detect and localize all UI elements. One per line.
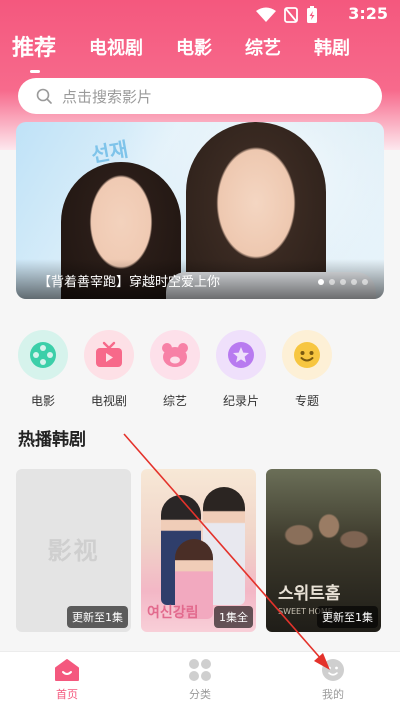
poster-art-text: 스위트홈 (278, 584, 341, 604)
category-tv-series[interactable]: 电视剧 (76, 330, 142, 409)
star-icon (228, 342, 254, 368)
no-signal-icon (284, 7, 298, 23)
category-icon-bg (84, 330, 134, 380)
poster-title[interactable] (266, 636, 381, 648)
section-title: 热播韩剧 (18, 430, 86, 450)
battery-charging-icon (307, 6, 317, 23)
search-icon (36, 88, 52, 104)
episode-badge: 更新至1集 (67, 606, 128, 628)
tv-icon (96, 341, 122, 367)
banner-dot[interactable] (340, 279, 346, 285)
category-variety[interactable]: 综艺 (142, 330, 208, 409)
poster-titles (16, 636, 381, 648)
active-tab-indicator (30, 70, 40, 73)
category-row: 电影 电视剧 综艺 纪录片 专题 (10, 330, 340, 409)
poster-placeholder-text: 影视 (47, 537, 100, 565)
episode-badge: 更新至1集 (317, 606, 378, 628)
banner-dot[interactable] (362, 279, 368, 285)
category-label: 电视剧 (90, 394, 127, 408)
nav-label: 我的 (322, 688, 344, 701)
home-icon (55, 659, 79, 681)
bottom-navbar: 首页 分类 我的 (0, 651, 400, 711)
category-icon-bg (18, 330, 68, 380)
tab-korean-drama[interactable]: 韩剧 (314, 34, 350, 64)
profile-icon (322, 659, 344, 681)
bear-icon (162, 343, 188, 367)
episode-badge: 1集全 (214, 606, 253, 628)
banner-dot[interactable] (318, 279, 324, 285)
category-topics[interactable]: 专题 (274, 330, 340, 409)
category-label: 电影 (30, 394, 55, 408)
nav-label: 首页 (56, 688, 78, 701)
category-documentary[interactable]: 纪录片 (208, 330, 274, 409)
nav-category[interactable]: 分类 (160, 658, 240, 702)
search-bar[interactable]: 点击搜索影片 (18, 78, 382, 114)
status-time: 3:25 (348, 4, 388, 23)
tab-movies[interactable]: 电影 (176, 34, 212, 64)
nav-label: 分类 (189, 688, 211, 701)
grid-icon (189, 659, 211, 681)
film-reel-icon (30, 342, 56, 368)
poster-card[interactable]: 여신강림 1集全 (141, 469, 256, 632)
category-label: 专题 (294, 394, 319, 408)
poster-title[interactable] (16, 636, 131, 648)
top-tabs: 推荐 电视剧 电影 综艺 韩剧 (12, 34, 383, 64)
poster-card[interactable]: 스위트홈 SWEET HOME 更新至1集 (266, 469, 381, 632)
banner-dot[interactable] (351, 279, 357, 285)
banner-dot[interactable] (329, 279, 335, 285)
banner-carousel[interactable]: 선재 【背着善宰跑】穿越时空爱上你 (16, 122, 384, 299)
tab-recommended[interactable]: 推荐 (12, 34, 56, 64)
poster-row: 影视 更新至1集 여신강림 1集全 스위트홈 SWEET HOME 更新至1集 (16, 469, 381, 632)
nav-profile[interactable]: 我的 (293, 658, 373, 702)
smiley-icon (294, 342, 320, 368)
tab-tv-series[interactable]: 电视剧 (89, 34, 143, 64)
category-label: 纪录片 (222, 394, 259, 408)
category-icon-bg (150, 330, 200, 380)
category-label: 综艺 (162, 394, 187, 408)
nav-home[interactable]: 首页 (27, 658, 107, 702)
status-bar: 3:25 (0, 0, 400, 30)
banner-pagination (318, 279, 368, 285)
category-icon-bg (216, 330, 266, 380)
poster-art-text: 여신강림 (147, 605, 199, 621)
wifi-icon (256, 7, 276, 22)
poster-card[interactable]: 影视 更新至1集 (16, 469, 131, 632)
tab-variety[interactable]: 综艺 (245, 34, 281, 64)
poster-title[interactable] (141, 636, 256, 648)
category-icon-bg (282, 330, 332, 380)
poster-figures (274, 499, 374, 589)
category-movies[interactable]: 电影 (10, 330, 76, 409)
search-placeholder: 点击搜索影片 (62, 87, 153, 106)
status-icons (256, 6, 318, 24)
